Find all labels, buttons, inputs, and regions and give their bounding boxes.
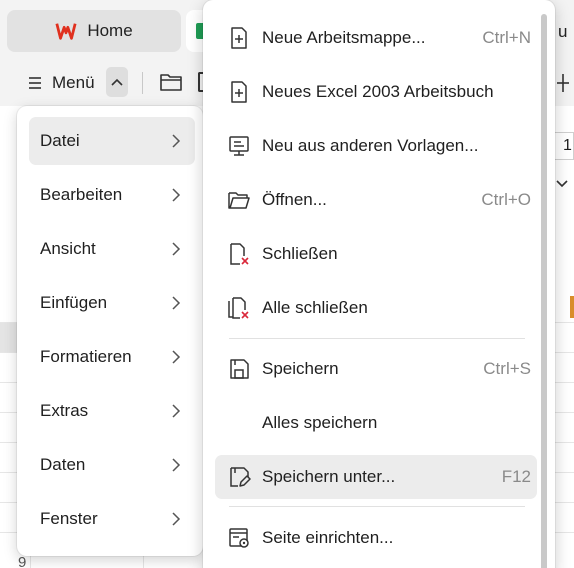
chevron-right-icon xyxy=(172,134,181,148)
menu-item-label: Fenster xyxy=(40,509,98,528)
chevron-right-icon xyxy=(172,404,181,418)
new-document-icon xyxy=(231,81,247,103)
file-menu-item-label: Öffnen... xyxy=(262,190,327,209)
menu-button[interactable]: Menü xyxy=(28,70,95,96)
chevron-right-icon xyxy=(172,512,181,526)
file-menu-item-save-all[interactable]: Alles speichern xyxy=(215,401,537,445)
main-menu: Datei Bearbeiten Ansicht Einfügen Format… xyxy=(17,106,203,556)
file-menu-item-new-from-template[interactable]: Neu aus anderen Vorlagen... xyxy=(215,124,537,168)
chevron-up-icon xyxy=(111,78,123,86)
shortcut-label: Ctrl+S xyxy=(483,359,531,378)
chevron-right-icon xyxy=(172,188,181,202)
partial-tab-text: u xyxy=(558,22,568,41)
menu-item-formatieren[interactable]: Formatieren xyxy=(29,333,195,381)
wps-logo-icon xyxy=(55,23,77,40)
name-box[interactable]: 1 xyxy=(552,132,574,160)
menu-item-datei[interactable]: Datei xyxy=(29,117,195,165)
save-icon xyxy=(230,359,249,379)
row-number: 9 xyxy=(18,554,27,568)
menu-separator xyxy=(229,506,525,507)
submenu-scrollbar[interactable] xyxy=(541,14,547,568)
file-menu-item-label: Speichern unter... xyxy=(262,467,396,486)
menu-collapse-toggle[interactable] xyxy=(106,67,128,97)
shortcut-label: Ctrl+N xyxy=(482,28,531,47)
menu-item-label: Datei xyxy=(40,131,80,150)
menu-separator xyxy=(229,338,525,339)
template-icon xyxy=(229,136,249,156)
file-menu-item-label: Neu aus anderen Vorlagen... xyxy=(262,136,479,155)
menu-item-extras[interactable]: Extras xyxy=(29,387,195,435)
save-as-icon xyxy=(230,467,251,487)
open-folder-icon[interactable] xyxy=(160,72,182,92)
file-menu-item-label: Alles speichern xyxy=(262,413,378,432)
chevron-right-icon xyxy=(172,350,181,364)
menu-item-label: Einfügen xyxy=(40,293,108,312)
menu-item-ansicht[interactable]: Ansicht xyxy=(29,225,195,273)
menu-item-label: Formatieren xyxy=(40,347,132,366)
file-menu-item-save[interactable]: Speichern Ctrl+S xyxy=(215,347,537,391)
home-tab[interactable]: Home xyxy=(7,10,181,52)
right-edge-content: u 1 xyxy=(552,0,574,568)
file-menu-item-page-setup[interactable]: Seite einrichten... xyxy=(215,516,537,560)
file-menu-item-label: Speichern xyxy=(262,359,339,378)
close-document-icon xyxy=(230,243,249,265)
menu-item-bearbeiten[interactable]: Bearbeiten xyxy=(29,171,195,219)
menu-item-label: Extras xyxy=(40,401,89,420)
shortcut-label: F12 xyxy=(501,467,531,486)
chevron-right-icon xyxy=(172,458,181,472)
file-menu-item-label: Neue Arbeitsmappe... xyxy=(262,28,426,47)
file-menu-item-label: Neues Excel 2003 Arbeitsbuch xyxy=(262,82,494,101)
folder-open-icon xyxy=(228,192,250,209)
ribbon-icon xyxy=(557,74,569,92)
file-menu-item-new-excel-2003[interactable]: Neues Excel 2003 Arbeitsbuch xyxy=(215,70,537,114)
menu-item-einfuegen[interactable]: Einfügen xyxy=(29,279,195,327)
shortcut-label: Ctrl+O xyxy=(481,190,531,209)
column-header-accent xyxy=(570,296,574,318)
menu-item-fenster[interactable]: Fenster xyxy=(29,495,195,543)
toolbar-divider xyxy=(142,72,143,94)
file-menu-item-label: Schließen xyxy=(262,244,338,263)
chevron-down-icon[interactable] xyxy=(556,180,568,188)
chevron-right-icon xyxy=(172,296,181,310)
hamburger-icon xyxy=(29,77,41,89)
new-document-icon xyxy=(231,27,247,49)
menu-button-label: Menü xyxy=(52,73,95,92)
menu-item-label: Bearbeiten xyxy=(40,185,123,204)
app-window: Home Menü 9 u 1 Datei Bearbeiten Ansicht… xyxy=(0,0,574,568)
file-menu-item-close[interactable]: Schließen xyxy=(215,232,537,276)
page-setup-icon xyxy=(229,528,249,548)
menu-item-label: Ansicht xyxy=(40,239,96,258)
file-menu-item-save-as[interactable]: Speichern unter... F12 xyxy=(215,455,537,499)
file-menu-item-new-workbook[interactable]: Neue Arbeitsmappe... Ctrl+N xyxy=(215,16,537,60)
home-tab-label: Home xyxy=(87,21,133,40)
file-menu-item-label: Alle schließen xyxy=(262,298,368,317)
chevron-right-icon xyxy=(172,242,181,256)
close-all-icon xyxy=(228,297,249,319)
file-menu-item-close-all[interactable]: Alle schließen xyxy=(215,286,537,330)
menu-item-daten[interactable]: Daten xyxy=(29,441,195,489)
menu-item-label: Daten xyxy=(40,455,86,474)
file-menu-item-open[interactable]: Öffnen... Ctrl+O xyxy=(215,178,537,222)
file-menu-item-label: Seite einrichten... xyxy=(262,528,394,547)
